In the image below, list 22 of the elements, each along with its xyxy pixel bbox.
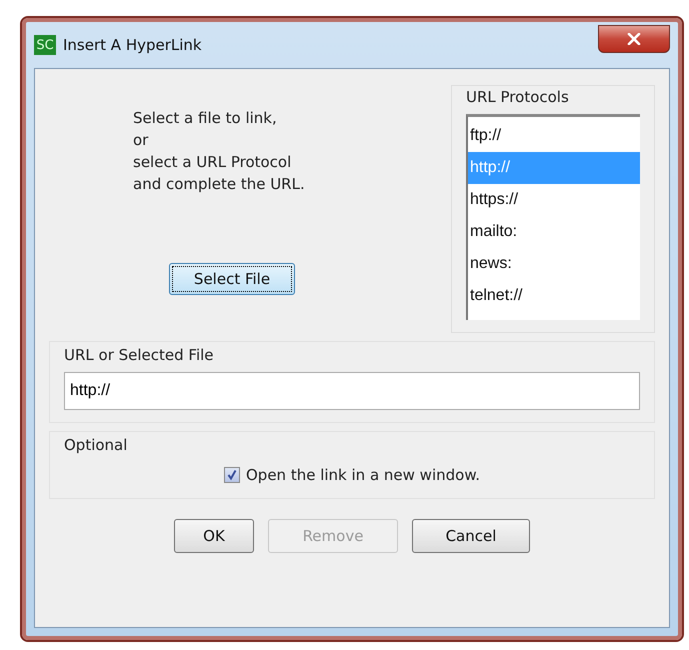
instruction-text: Select a file to link, — [133, 108, 278, 129]
close-icon — [627, 33, 641, 45]
protocol-item[interactable]: telnet:// — [468, 280, 640, 312]
instruction-text: and complete the URL. — [133, 174, 305, 195]
dialog-button[interactable]: Cancel — [412, 519, 530, 553]
checkbox[interactable] — [224, 467, 240, 483]
protocol-item[interactable]: mailto: — [468, 216, 640, 248]
url-field[interactable]: http:// — [64, 372, 640, 410]
protocol-item[interactable]: news: — [468, 248, 640, 280]
instruction-text: or — [133, 130, 150, 151]
instruction-text: select a URL Protocol — [133, 152, 292, 173]
close-button[interactable] — [598, 25, 670, 53]
group-title: URL Protocols — [466, 88, 570, 106]
protocol-item[interactable]: ftp:// — [468, 120, 640, 152]
window-title: Insert A HyperLink — [63, 36, 203, 54]
select-file-button[interactable]: Select File — [169, 263, 295, 295]
group-title: Optional — [64, 436, 128, 454]
app-icon: SC — [34, 35, 56, 55]
protocol-item[interactable]: https:// — [468, 184, 640, 216]
group-title: URL or Selected File — [64, 346, 215, 364]
dialog-button[interactable]: OK — [174, 519, 254, 553]
checkbox-label: Open the link in a new window. — [246, 466, 480, 484]
